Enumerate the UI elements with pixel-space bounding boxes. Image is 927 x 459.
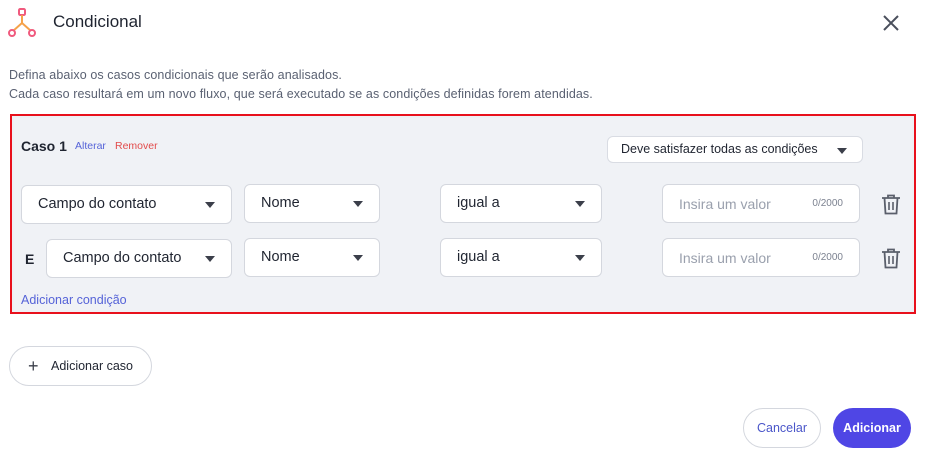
field-select-value: Campo do contato bbox=[63, 250, 182, 266]
operator-select-2[interactable]: igual a bbox=[440, 238, 602, 277]
chevron-down-icon bbox=[353, 255, 363, 261]
close-icon[interactable] bbox=[880, 12, 902, 34]
operator-select-1[interactable]: igual a bbox=[440, 184, 602, 223]
case-title: Caso 1 bbox=[21, 138, 67, 154]
char-counter: 0/2000 bbox=[812, 198, 843, 209]
value-field-1[interactable]: 0/2000 bbox=[662, 184, 860, 223]
chevron-down-icon bbox=[575, 201, 585, 207]
field-select-value: Campo do contato bbox=[38, 196, 157, 212]
attribute-select-value: Nome bbox=[261, 249, 300, 265]
branch-icon bbox=[8, 8, 36, 37]
alterar-link[interactable]: Alterar bbox=[75, 140, 106, 152]
chevron-down-icon bbox=[205, 202, 215, 208]
description-line-1: Defina abaixo os casos condicionais que … bbox=[9, 68, 342, 82]
trash-icon[interactable] bbox=[881, 193, 901, 215]
add-case-label: Adicionar caso bbox=[51, 359, 133, 373]
operator-select-value: igual a bbox=[457, 249, 500, 265]
trash-icon[interactable] bbox=[881, 247, 901, 269]
dialog-title: Condicional bbox=[53, 12, 142, 31]
attribute-select-1[interactable]: Nome bbox=[244, 184, 380, 223]
field-select-1[interactable]: Campo do contato bbox=[21, 185, 232, 224]
condition-connector: E bbox=[25, 251, 35, 267]
description-line-2: Cada caso resultará em um novo fluxo, qu… bbox=[9, 87, 593, 101]
plus-icon: + bbox=[28, 356, 39, 376]
attribute-select-value: Nome bbox=[261, 195, 300, 211]
value-input[interactable] bbox=[679, 248, 799, 268]
chevron-down-icon bbox=[837, 148, 847, 154]
attribute-select-2[interactable]: Nome bbox=[244, 238, 380, 277]
char-counter: 0/2000 bbox=[812, 252, 843, 263]
field-select-2[interactable]: Campo do contato bbox=[46, 239, 232, 278]
submit-button[interactable]: Adicionar bbox=[833, 408, 911, 448]
operator-select-value: igual a bbox=[457, 195, 500, 211]
remover-link[interactable]: Remover bbox=[115, 140, 158, 152]
chevron-down-icon bbox=[353, 201, 363, 207]
chevron-down-icon bbox=[575, 255, 585, 261]
value-field-2[interactable]: 0/2000 bbox=[662, 238, 860, 277]
value-input[interactable] bbox=[679, 194, 799, 214]
add-condition-link[interactable]: Adicionar condição bbox=[21, 293, 127, 307]
cancel-button[interactable]: Cancelar bbox=[743, 408, 821, 448]
match-mode-select[interactable]: Deve satisfazer todas as condições bbox=[607, 136, 863, 163]
match-mode-value: Deve satisfazer todas as condições bbox=[621, 142, 818, 156]
add-case-button[interactable]: + Adicionar caso bbox=[9, 346, 152, 386]
chevron-down-icon bbox=[205, 256, 215, 262]
